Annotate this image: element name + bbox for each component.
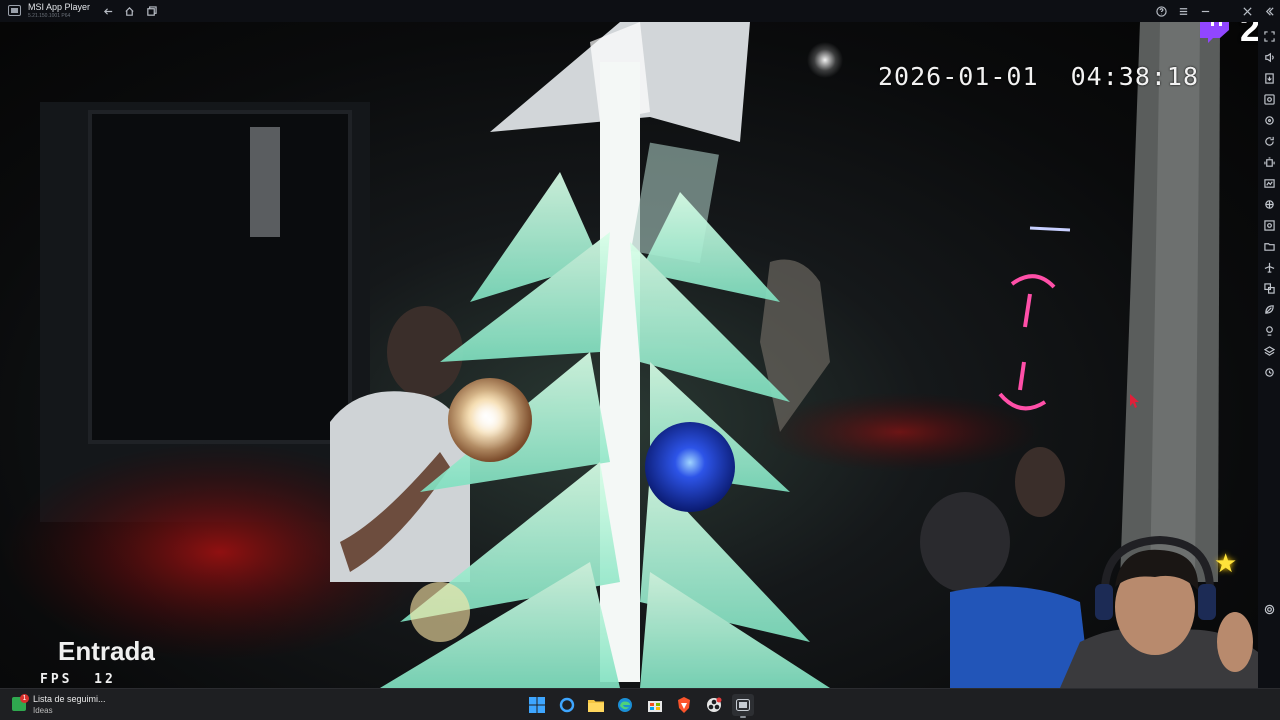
- title-bar: MSI App Player 5.21.150.1001 P64: [0, 0, 1280, 22]
- app-version: 5.21.150.1001 P64: [28, 13, 71, 19]
- multi-instance-icon[interactable]: [143, 3, 159, 19]
- file-explorer-icon[interactable]: [585, 694, 607, 716]
- cursor-icon: [1130, 394, 1140, 413]
- obs-icon[interactable]: [703, 694, 725, 716]
- macro-icon[interactable]: [1262, 323, 1276, 337]
- menu-icon[interactable]: [1175, 3, 1191, 19]
- keymapping-icon[interactable]: [1262, 197, 1276, 211]
- store-icon[interactable]: [644, 694, 666, 716]
- performance-icon[interactable]: [1262, 176, 1276, 190]
- star-icon: ★: [1214, 548, 1238, 578]
- twitch-logo-icon: [1196, 22, 1232, 46]
- help-icon[interactable]: [1153, 3, 1169, 19]
- shake-icon[interactable]: [1262, 155, 1276, 169]
- edge-browser-icon[interactable]: [614, 694, 636, 716]
- app-logo-icon: [8, 5, 21, 16]
- sync-icon[interactable]: [1262, 365, 1276, 379]
- settings-icon[interactable]: [1262, 602, 1276, 616]
- eco-icon[interactable]: [1262, 302, 1276, 316]
- layers-icon[interactable]: [1262, 344, 1276, 358]
- fps-counter: FPS 12: [40, 672, 116, 687]
- start-menu-icon[interactable]: [526, 694, 548, 716]
- brave-browser-icon[interactable]: [673, 694, 695, 716]
- folder-icon[interactable]: [1262, 239, 1276, 253]
- overlay-number: 2: [1240, 22, 1258, 49]
- airplane-icon[interactable]: [1262, 260, 1276, 274]
- widget-title: Lista de seguimi...: [33, 694, 106, 704]
- minimize-icon[interactable]: [1197, 3, 1213, 19]
- rotate-icon[interactable]: [1262, 134, 1276, 148]
- apk-icon[interactable]: [1262, 71, 1276, 85]
- app-window: MSI App Player 5.21.150.1001 P64 2026-01…: [0, 0, 1280, 720]
- msi-app-player-task-icon[interactable]: [732, 694, 754, 718]
- screen-record-icon[interactable]: [1262, 218, 1276, 232]
- screenshot-icon[interactable]: [1262, 92, 1276, 106]
- collapse-icon[interactable]: [1261, 3, 1277, 19]
- camera-timestamp: 2026-01-01 04:38:18: [878, 62, 1200, 91]
- home-icon[interactable]: [121, 3, 137, 19]
- emulator-sidebar: [1258, 22, 1280, 688]
- camera-label: Entrada: [58, 636, 155, 666]
- taskbar: 1 Lista de seguimi... Ideas: [0, 688, 1280, 720]
- camera-feed[interactable]: 2026-01-01 04:38:18 Entrada FPS 12 2 ★: [0, 22, 1258, 688]
- back-icon[interactable]: [100, 3, 116, 19]
- close-icon[interactable]: [1239, 3, 1255, 19]
- multi-window-icon[interactable]: [1262, 281, 1276, 295]
- widget-subtitle: Ideas: [33, 706, 53, 715]
- cortana-icon[interactable]: [556, 694, 578, 716]
- location-icon[interactable]: [1262, 113, 1276, 127]
- fullscreen-icon[interactable]: [1262, 29, 1276, 43]
- app-title: MSI App Player: [28, 2, 91, 12]
- volume-icon[interactable]: [1262, 50, 1276, 64]
- notification-badge: 1: [20, 694, 29, 703]
- news-widget[interactable]: 1 Lista de seguimi... Ideas: [12, 693, 132, 717]
